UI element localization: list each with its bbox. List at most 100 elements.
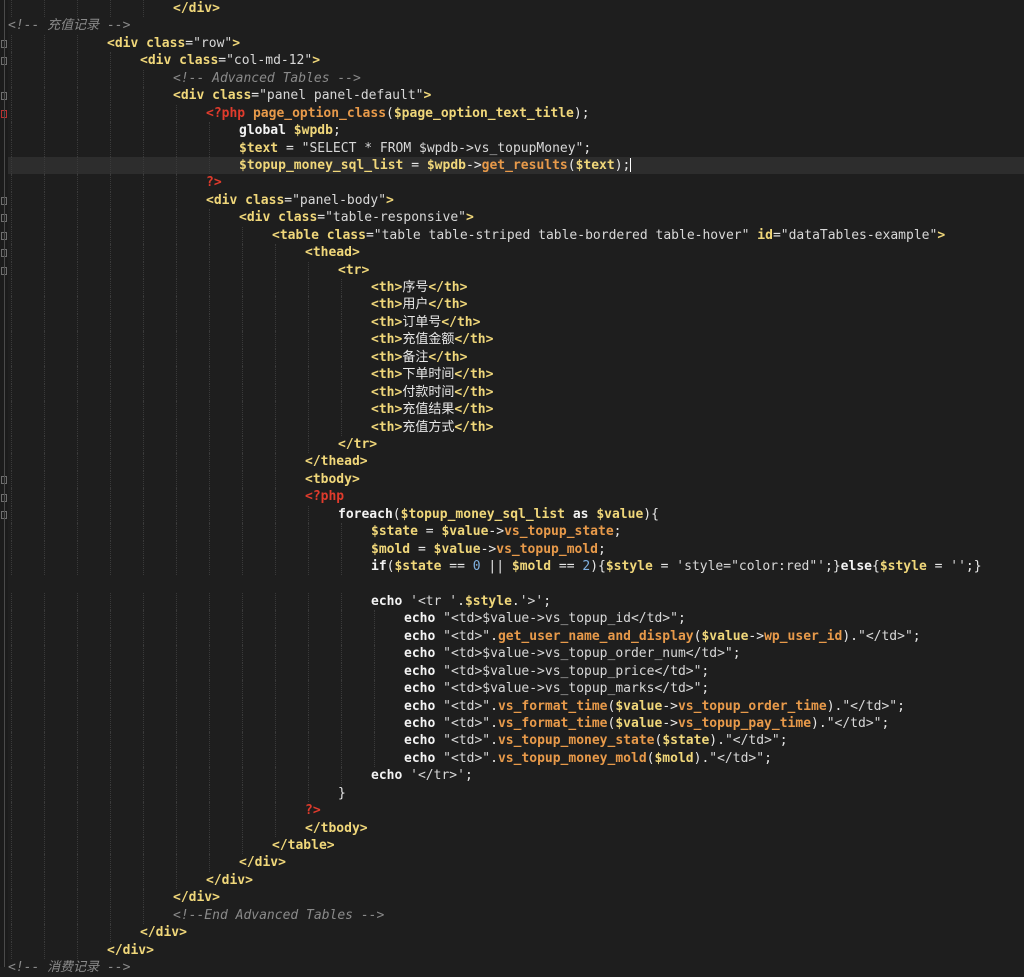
code-line[interactable]: <!-- 消费记录 --> — [8, 959, 1024, 976]
code-line[interactable]: foreach($topup_money_sql_list as $value)… — [8, 505, 1024, 524]
code-token-str: "</td>" — [826, 715, 882, 731]
code-token-punct: ; — [598, 541, 606, 557]
code-line[interactable]: global $wpdb; — [8, 122, 1024, 140]
code-token-str: "panel-body" — [292, 192, 387, 208]
code-line[interactable]: } — [8, 784, 1024, 803]
code-text: <thead> — [8, 245, 360, 260]
fold-gutter[interactable] — [0, 0, 8, 967]
code-line[interactable]: echo '</tr>'; — [8, 767, 1024, 785]
code-token-str: "</td>" — [858, 628, 913, 644]
code-line[interactable]: <!-- 充值记录 --> — [8, 17, 1024, 34]
code-line[interactable]: <th>用户</th> — [8, 296, 1024, 314]
code-text: echo "<td>".get_user_name_and_display($v… — [8, 629, 921, 644]
code-line[interactable]: <!-- Advanced Tables --> — [8, 69, 1024, 88]
code-line[interactable]: <th>付款时间</th> — [8, 383, 1024, 402]
code-line[interactable]: <th>序号</th> — [8, 279, 1024, 297]
code-token-var: $value — [433, 541, 481, 557]
code-line[interactable]: echo "<td>".vs_format_time($value->vs_to… — [8, 714, 1024, 733]
code-line[interactable]: </div> — [8, 941, 1024, 960]
code-line[interactable]: echo "<td>$value->vs_topup_marks</td>"; — [8, 680, 1024, 698]
code-token-str: "<td>" — [443, 715, 491, 731]
code-line[interactable]: </div> — [8, 0, 1024, 18]
code-token-var: $value — [701, 628, 749, 644]
code-token-plain: = — [417, 524, 442, 540]
code-text: <?php page_option_class($page_option_tex… — [8, 106, 590, 121]
code-line[interactable]: echo "<td>$value->vs_topup_id</td>"; — [8, 610, 1024, 628]
code-line[interactable]: <div class="col-md-12"> — [8, 52, 1024, 70]
code-line[interactable]: <thead> — [8, 244, 1024, 262]
code-line[interactable]: <th>下单时间</th> — [8, 366, 1024, 384]
code-line[interactable]: $mold = $value->vs_topup_mold; — [8, 540, 1024, 558]
code-token-tag: </th> — [454, 367, 494, 383]
code-line[interactable] — [8, 575, 1024, 592]
code-line[interactable]: echo '<tr '.$style.'>'; — [8, 592, 1024, 611]
code-token-punct: ; — [543, 593, 552, 609]
code-line[interactable]: echo "<td>".vs_topup_money_mold($mold)."… — [8, 749, 1024, 768]
code-token-plain: . — [511, 593, 520, 609]
code-token-tag: <th> — [371, 402, 403, 418]
code-token-plain: -> — [488, 524, 505, 540]
code-token-tag: > — [423, 88, 432, 104]
code-line[interactable]: ?> — [8, 802, 1024, 820]
code-line[interactable]: echo "<td>".vs_format_time($value->vs_to… — [8, 697, 1024, 715]
code-line[interactable]: echo "<td>".get_user_name_and_display($v… — [8, 627, 1024, 646]
code-token-attr: class — [179, 53, 219, 69]
code-line[interactable]: ?> — [8, 174, 1024, 192]
code-token-kw: echo — [404, 646, 444, 662]
code-line[interactable]: <tbody> — [8, 470, 1024, 489]
code-line[interactable]: echo "<td>$value->vs_topup_order_num</td… — [8, 645, 1024, 663]
code-text: ?> — [8, 803, 321, 818]
code-line[interactable]: <?php page_option_class($page_option_tex… — [8, 104, 1024, 123]
code-text: foreach($topup_money_sql_list as $value)… — [8, 507, 659, 522]
code-line[interactable]: </table> — [8, 837, 1024, 855]
code-token-chinese: 充值方式 — [402, 419, 455, 435]
code-text: <tbody> — [8, 472, 360, 487]
code-line[interactable]: </div> — [8, 854, 1024, 872]
code-line[interactable]: <th>订单号</th> — [8, 313, 1024, 332]
code-token-tag: <div — [239, 210, 279, 226]
code-line[interactable]: </div> — [8, 871, 1024, 890]
code-token-str: 'style="color:red"' — [676, 559, 826, 574]
code-line[interactable]: </div> — [8, 924, 1024, 942]
code-line[interactable]: <!--End Advanced Tables --> — [8, 906, 1024, 925]
code-token-tag: <th> — [371, 280, 403, 295]
code-line[interactable]: <tr> — [8, 261, 1024, 279]
code-token-var: $style — [879, 559, 927, 574]
code-line[interactable]: <div class="panel panel-default"> — [8, 87, 1024, 105]
code-text: <th>下单时间</th> — [8, 367, 493, 382]
code-line[interactable]: <div class="row"> — [8, 34, 1024, 53]
code-text: echo "<td>$value->vs_topup_id</td>"; — [8, 611, 686, 626]
code-token-var: $value — [615, 715, 663, 731]
code-text: <!--End Advanced Tables --> — [8, 908, 384, 923]
code-token-kw: echo — [404, 733, 444, 749]
code-line[interactable]: </div> — [8, 889, 1024, 907]
code-token-var: $style — [605, 559, 653, 574]
code-token-plain: == — [551, 559, 583, 574]
code-line[interactable]: <th>充值金额</th> — [8, 331, 1024, 349]
code-text: global $wpdb; — [8, 123, 341, 138]
code-line[interactable]: <th>充值方式</th> — [8, 418, 1024, 436]
code-token-var: $value — [441, 524, 489, 540]
code-line[interactable]: <?php — [8, 488, 1024, 506]
code-line[interactable]: echo "<td>$value->vs_topup_price</td>"; — [8, 662, 1024, 681]
code-text: echo "<td>$value->vs_topup_price</td>"; — [8, 664, 709, 679]
code-line[interactable]: <th>充值结果</th> — [8, 401, 1024, 419]
code-token-plain: -> — [662, 698, 678, 714]
code-line[interactable]: <table class="table table-striped table-… — [8, 226, 1024, 245]
code-line[interactable]: $state = $value->vs_topup_state; — [8, 523, 1024, 541]
code-line[interactable]: <th>备注</th> — [8, 348, 1024, 367]
code-editor[interactable]: </div> <!-- 充值记录 --> <div class="row"> <div… — [0, 0, 1024, 975]
code-line[interactable]: </tbody> — [8, 819, 1024, 837]
code-line[interactable]: <div class="panel-body"> — [8, 191, 1024, 210]
code-line[interactable]: if($state == 0 || $mold == 2){$style = '… — [8, 558, 1024, 576]
code-line[interactable]: </tr> — [8, 435, 1024, 454]
code-token-var: $state — [371, 524, 418, 540]
code-token-str: "</td>" — [709, 750, 765, 766]
code-line[interactable]: <div class="table-responsive"> — [8, 209, 1024, 227]
code-line[interactable]: $topup_money_sql_list = $wpdb->get_resul… — [8, 156, 1024, 175]
code-lines[interactable]: </div> <!-- 充值记录 --> <div class="row"> <div… — [8, 0, 1024, 977]
code-line[interactable]: </thead> — [8, 453, 1024, 471]
code-token-kw: echo — [371, 768, 411, 784]
code-line[interactable]: $text = "SELECT * FROM $wpdb->vs_topupMo… — [8, 139, 1024, 157]
code-line[interactable]: echo "<td>".vs_topup_money_state($state)… — [8, 732, 1024, 750]
